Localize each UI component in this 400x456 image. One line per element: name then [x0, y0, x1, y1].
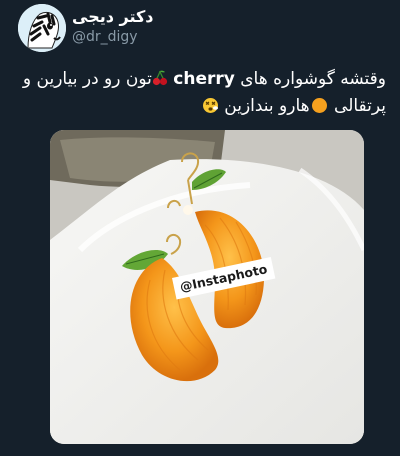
orange-emoji-icon [311, 98, 327, 113]
author-handle[interactable]: @dr_digy [72, 28, 272, 46]
zebra-avatar-icon[interactable] [18, 4, 66, 52]
cherries-emoji-icon [152, 69, 168, 89]
tweet-text-segment: پرتقالی [328, 96, 386, 116]
tweet-text-keyword: cherry [173, 69, 235, 89]
tweet-text-segment: وقتشه گوشواره های [234, 69, 386, 89]
tweet-text-line-2: پرتقالی هارو بندازین [14, 93, 386, 120]
tweet-header: دکتر دیجی @dr_digy [0, 0, 400, 56]
tweet-text-segment: هارو بندازین [224, 96, 310, 116]
dizzy-face-emoji-icon [202, 96, 219, 116]
tweet-text-line-1: وقتشه گوشواره های cherry تون رو در بیاری… [14, 66, 386, 93]
author-names: دکتر دیجی @dr_digy [72, 7, 272, 46]
author-display-name[interactable]: دکتر دیجی [72, 7, 272, 27]
tweet-text-segment: تون رو در بیارین و [22, 69, 152, 89]
tweet-text: وقتشه گوشواره های cherry تون رو در بیاری… [14, 66, 386, 120]
tweet-photo[interactable]: @Instaphoto [50, 130, 364, 444]
